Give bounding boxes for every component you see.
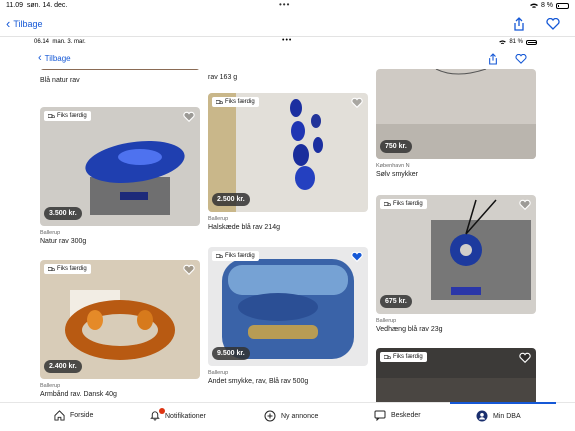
price-tag: 3.500 kr.: [44, 207, 82, 220]
heart-icon[interactable]: [183, 264, 195, 276]
outer-status-bar: 11.09 søn. 14. dec. ••• 8 %: [0, 0, 575, 12]
heart-icon[interactable]: [183, 111, 195, 123]
multitask-dots-icon[interactable]: •••: [279, 0, 290, 9]
outer-back-label: Tilbage: [13, 18, 43, 29]
listing-title[interactable]: Blå natur rav: [40, 77, 200, 84]
listing-image[interactable]: 750 kr.: [376, 69, 536, 159]
inner-heart-icon: [515, 54, 527, 64]
listing-card[interactable]: Fiks færdig 9.500 kr. Ballerup Andet smy…: [208, 247, 368, 385]
battery-icon: [556, 2, 569, 9]
inner-share-button[interactable]: [485, 51, 501, 67]
listing-card[interactable]: Fiks færdig 2.500 kr. Ballerup Halskæde …: [208, 93, 368, 231]
listing-grid: Blå natur rav Fiks færdig 3.500 kr. Ball…: [0, 69, 575, 402]
fiks-faerdig-badge: Fiks færdig: [380, 199, 427, 209]
heart-selected-icon[interactable]: [351, 251, 363, 263]
tab-forside[interactable]: Forside: [54, 410, 93, 421]
listing-title[interactable]: rav 163 g: [208, 74, 368, 81]
truck-icon: [384, 201, 391, 206]
share-button[interactable]: [511, 16, 527, 32]
listing-card[interactable]: Fiks færdig 675 kr. Ballerup Vedhæng blå…: [376, 195, 536, 333]
tab-beskeder[interactable]: Beskeder: [374, 410, 421, 421]
chat-icon: [374, 410, 386, 421]
listing-title[interactable]: Natur rav 300g: [40, 238, 200, 245]
listing-location: Ballerup: [40, 230, 61, 236]
truck-icon: [216, 253, 223, 258]
outer-battery-percent: 8 %: [540, 2, 553, 9]
inner-nav-bar: ‹ Tilbage: [0, 47, 575, 69]
inner-status-bar: 06.14 man. 3. mar. ••• 81 %: [0, 36, 575, 46]
listing-title[interactable]: Andet smykke, rav, Blå rav 500g: [208, 378, 368, 385]
heart-icon: [546, 18, 560, 30]
truck-icon: [384, 354, 391, 359]
fiks-faerdig-badge: Fiks færdig: [212, 97, 259, 107]
inner-battery-percent: 81 %: [509, 39, 523, 45]
heart-icon[interactable]: [351, 97, 363, 109]
inner-battery-icon: [526, 39, 537, 45]
price-tag: 9.500 kr.: [212, 347, 250, 360]
listing-location: Ballerup: [40, 383, 61, 389]
listing-image[interactable]: Fiks færdig: [376, 348, 536, 402]
listing-location: Ballerup: [208, 370, 229, 376]
listing-title[interactable]: Halskæde blå rav 214g: [208, 224, 368, 231]
inner-favorite-button[interactable]: [513, 51, 529, 67]
heart-icon[interactable]: [519, 352, 531, 364]
truck-icon: [48, 266, 55, 271]
listing-title[interactable]: Vedhæng blå rav 23g: [376, 326, 536, 333]
outer-back-button[interactable]: ‹ Tilbage: [6, 17, 43, 30]
inner-chevron-left-icon: ‹: [38, 52, 42, 64]
fiks-faerdig-badge: Fiks færdig: [44, 111, 91, 121]
listing-card[interactable]: Fiks færdig 3.500 kr. Ballerup Natur rav…: [40, 107, 200, 245]
active-tab-indicator: [450, 402, 556, 404]
listing-card[interactable]: Fiks færdig 2.400 kr. Ballerup Armbånd r…: [40, 260, 200, 398]
tab-notifikationer[interactable]: Notifikationer: [150, 408, 206, 423]
listing-card[interactable]: rav 163 g: [208, 72, 368, 81]
price-tag: 2.400 kr.: [44, 360, 82, 373]
listing-title[interactable]: Armbånd rav. Dansk 40g: [40, 391, 200, 398]
truck-icon: [216, 99, 223, 104]
listing-location: Ballerup: [376, 318, 397, 324]
listing-image[interactable]: Fiks færdig 2.400 kr.: [40, 260, 200, 379]
chevron-left-icon: ‹: [6, 16, 11, 31]
notification-dot: [159, 408, 165, 414]
inner-status-time: 06.14 man. 3. mar.: [34, 39, 86, 45]
price-tag: 750 kr.: [380, 140, 412, 153]
inner-share-icon: [489, 53, 497, 65]
heart-icon[interactable]: [519, 199, 531, 211]
fiks-faerdig-badge: Fiks færdig: [44, 264, 91, 274]
listing-location: København N: [376, 163, 410, 169]
listing-image[interactable]: Fiks færdig 9.500 kr.: [208, 247, 368, 366]
listing-location: Ballerup: [208, 216, 229, 222]
listing-title[interactable]: Sølv smykker: [376, 171, 536, 178]
inner-status-indicators: 81 %: [499, 39, 537, 45]
listing-image[interactable]: Fiks færdig 3.500 kr.: [40, 107, 200, 226]
inner-wifi-icon: [499, 39, 507, 44]
favorite-button[interactable]: [545, 16, 561, 32]
home-icon: [54, 410, 65, 421]
tab-ny-annonce[interactable]: Ny annonce: [264, 410, 318, 422]
inner-back-label: Tilbage: [44, 54, 71, 63]
outer-nav-bar: ‹ Tilbage: [0, 12, 575, 36]
truck-icon: [48, 113, 55, 118]
wifi-icon: [529, 3, 538, 8]
inner-back-button[interactable]: ‹ Tilbage: [38, 53, 71, 64]
bottom-tab-bar: Forside Notifikationer Ny annonce Besked…: [0, 402, 575, 431]
price-tag: 675 kr.: [380, 295, 412, 308]
listing-card[interactable]: Fiks færdig: [376, 348, 536, 402]
fiks-faerdig-badge: Fiks færdig: [380, 352, 427, 362]
listing-image[interactable]: Fiks færdig 2.500 kr.: [208, 93, 368, 212]
outer-status-indicators: 8 %: [529, 2, 569, 9]
plus-circle-icon: [264, 410, 276, 422]
inner-multitask-dots-icon: •••: [282, 37, 293, 44]
price-tag: 2.500 kr.: [212, 193, 250, 206]
listing-card[interactable]: 750 kr. København N Sølv smykker: [376, 69, 536, 178]
listing-image[interactable]: Fiks færdig 675 kr.: [376, 195, 536, 314]
user-icon: [476, 410, 488, 422]
listing-image[interactable]: [40, 69, 200, 70]
tab-min-dba[interactable]: Min DBA: [476, 410, 521, 422]
outer-status-time: 11.09 søn. 14. dec.: [6, 2, 68, 9]
share-icon: [514, 17, 524, 31]
fiks-faerdig-badge: Fiks færdig: [212, 251, 259, 261]
listing-card[interactable]: Blå natur rav: [40, 69, 200, 84]
